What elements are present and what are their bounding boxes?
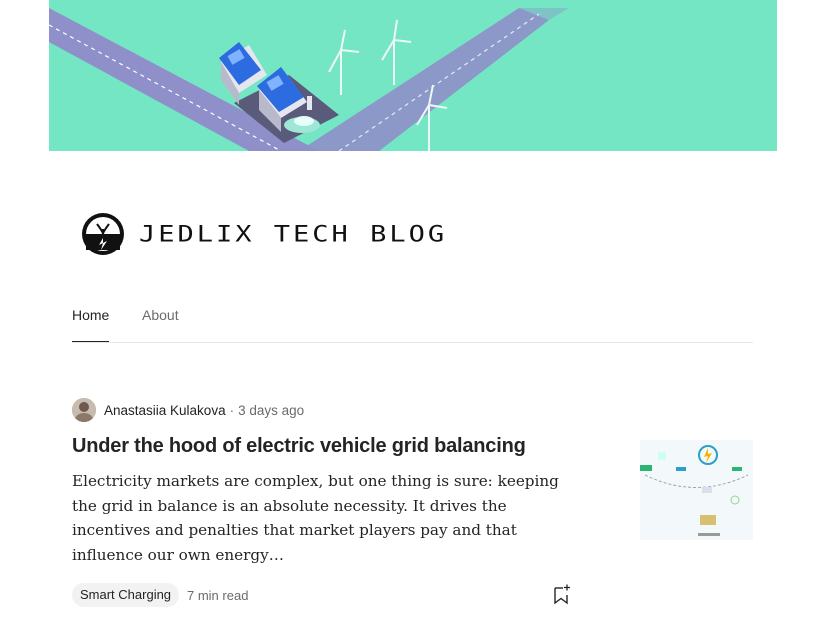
- article-footer: Smart Charging 7 min read: [72, 583, 753, 607]
- publication-name: JEDLIX TECH BLOG: [139, 221, 448, 247]
- hero-banner: [49, 0, 777, 151]
- topic-tag[interactable]: Smart Charging: [72, 583, 180, 607]
- bookmark-add-icon[interactable]: [552, 583, 572, 605]
- publication-nav: Home About: [72, 301, 753, 343]
- article-excerpt[interactable]: Electricity markets are complex, but one…: [72, 469, 584, 567]
- article-thumbnail[interactable]: [640, 440, 753, 540]
- article-meta: Anastasiia Kulakova · 3 days ago: [72, 397, 304, 423]
- publication-brand[interactable]: JEDLIX TECH BLOG: [81, 211, 447, 257]
- article-title[interactable]: Under the hood of electric vehicle grid …: [72, 435, 526, 458]
- jedlix-plug-logo-icon: [82, 213, 124, 255]
- meta-separator: ·: [229, 402, 235, 418]
- author-avatar[interactable]: [72, 398, 96, 422]
- article-card[interactable]: Anastasiia Kulakova · 3 days ago Under t…: [72, 397, 753, 617]
- read-time: 7 min read: [187, 588, 249, 603]
- publish-date: 3 days ago: [238, 402, 305, 418]
- tab-about[interactable]: About: [142, 307, 179, 323]
- author-name[interactable]: Anastasiia Kulakova: [104, 403, 226, 418]
- tab-home[interactable]: Home: [72, 307, 110, 342]
- ev-grid-illustration: [49, 8, 569, 151]
